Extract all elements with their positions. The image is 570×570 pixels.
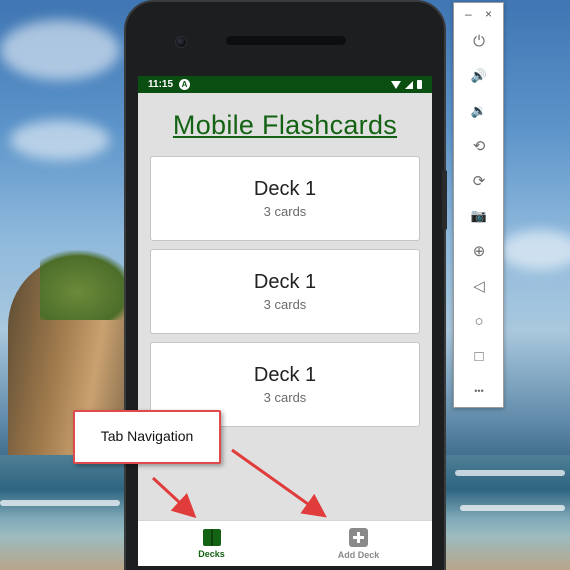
book-icon	[202, 528, 221, 546]
more-icon[interactable]: •••	[468, 380, 490, 402]
deck-name: Deck 1	[253, 178, 317, 200]
battery-icon	[417, 80, 422, 89]
tab-add-deck-label: Add Deck	[337, 549, 380, 560]
volume-up-icon[interactable]: 🔊	[468, 65, 490, 87]
home-icon[interactable]: ○	[468, 310, 490, 332]
status-icons	[391, 80, 422, 89]
cloud	[0, 20, 120, 80]
rotate-right-icon[interactable]: ⟳	[468, 170, 490, 192]
overview-icon[interactable]: □	[468, 345, 490, 367]
app-title: Mobile Flashcards	[172, 110, 398, 140]
camera-icon[interactable]: 📷	[468, 205, 490, 227]
wave-foam	[460, 505, 565, 511]
power-icon[interactable]: ⏻	[468, 30, 490, 52]
deck-card-count: 3 cards	[263, 204, 307, 219]
zoom-icon[interactable]: ⊕	[468, 240, 490, 262]
tab-bar: Decks Add Deck	[138, 520, 432, 566]
deck-list: Deck 1 3 cards Deck 1 3 cards Deck 1 3 c…	[138, 143, 432, 427]
tab-decks[interactable]: Decks	[138, 521, 285, 566]
close-icon[interactable]: ×	[485, 7, 492, 21]
wave-foam	[455, 470, 565, 476]
signal-icon	[405, 80, 413, 89]
volume-down-icon[interactable]: 🔉	[468, 100, 490, 122]
tab-navigation-callout: Tab Navigation	[73, 410, 221, 464]
rock-vegetation	[40, 250, 135, 320]
deck-card[interactable]: Deck 1 3 cards	[150, 156, 420, 241]
status-time: 11:15	[148, 79, 174, 90]
deck-card[interactable]: Deck 1 3 cards	[150, 249, 420, 334]
minimize-icon[interactable]: –	[465, 7, 472, 21]
phone-screen: 11:15 A Mobile Flashcards Deck 1 3 cards…	[138, 76, 432, 566]
tab-add-deck[interactable]: Add Deck	[285, 521, 432, 566]
cloud	[10, 120, 110, 160]
front-camera	[175, 36, 187, 48]
phone-side-button[interactable]	[442, 170, 447, 230]
tab-decks-label: Decks	[198, 548, 225, 559]
status-bar: 11:15 A	[138, 76, 432, 93]
deck-name: Deck 1	[253, 364, 317, 386]
plus-box-icon	[349, 527, 368, 547]
notification-icon: A	[179, 79, 191, 90]
earpiece-speaker	[226, 36, 346, 45]
emulator-toolbar: – × ⏻ 🔊 🔉 ⟲ ⟳ 📷 ⊕ ◁ ○ □ •••	[453, 2, 504, 408]
wave-foam	[0, 500, 120, 506]
back-icon[interactable]: ◁	[468, 275, 490, 297]
deck-name: Deck 1	[253, 271, 317, 293]
cloud	[500, 230, 570, 270]
deck-card-count: 3 cards	[263, 297, 307, 312]
wifi-icon	[391, 80, 401, 89]
deck-card-count: 3 cards	[263, 390, 307, 405]
rotate-left-icon[interactable]: ⟲	[468, 135, 490, 157]
